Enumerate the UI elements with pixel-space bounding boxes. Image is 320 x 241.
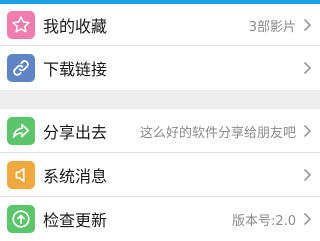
upload-arrow-icon — [7, 205, 35, 233]
menu-item-system-messages[interactable]: 系统消息 — [0, 153, 320, 197]
menu-group-1: 我的收藏 3部影片 下载链接 — [0, 4, 320, 90]
menu-item-label: 系统消息 — [43, 167, 108, 186]
chevron-right-icon — [299, 212, 315, 226]
share-hint: 这么好的软件分享给朋友吧 — [139, 125, 296, 141]
menu-group-2: 分享出去 这么好的软件分享给朋友吧 系统消息 检查更新 版本号:2.0 — [0, 109, 320, 241]
chevron-right-icon — [299, 18, 315, 32]
speaker-icon — [7, 161, 35, 189]
menu-item-label: 我的收藏 — [43, 17, 108, 36]
chevron-right-icon — [299, 124, 315, 138]
menu-item-share[interactable]: 分享出去 这么好的软件分享给朋友吧 — [0, 109, 320, 153]
favorites-count: 3部影片 — [248, 19, 296, 35]
menu-item-label: 检查更新 — [43, 211, 108, 230]
menu-item-download-links[interactable]: 下载链接 — [0, 46, 320, 90]
version-number: 版本号:2.0 — [231, 213, 296, 229]
chevron-right-icon — [299, 168, 315, 182]
star-icon — [7, 11, 35, 39]
menu-item-check-update[interactable]: 检查更新 版本号:2.0 — [0, 197, 320, 241]
chevron-right-icon — [299, 61, 315, 75]
section-gap — [0, 90, 320, 109]
share-icon — [7, 117, 35, 145]
menu-item-favorites[interactable]: 我的收藏 3部影片 — [0, 4, 320, 46]
menu-item-label: 分享出去 — [43, 123, 108, 142]
link-icon — [7, 54, 35, 82]
menu-item-label: 下载链接 — [43, 60, 108, 79]
